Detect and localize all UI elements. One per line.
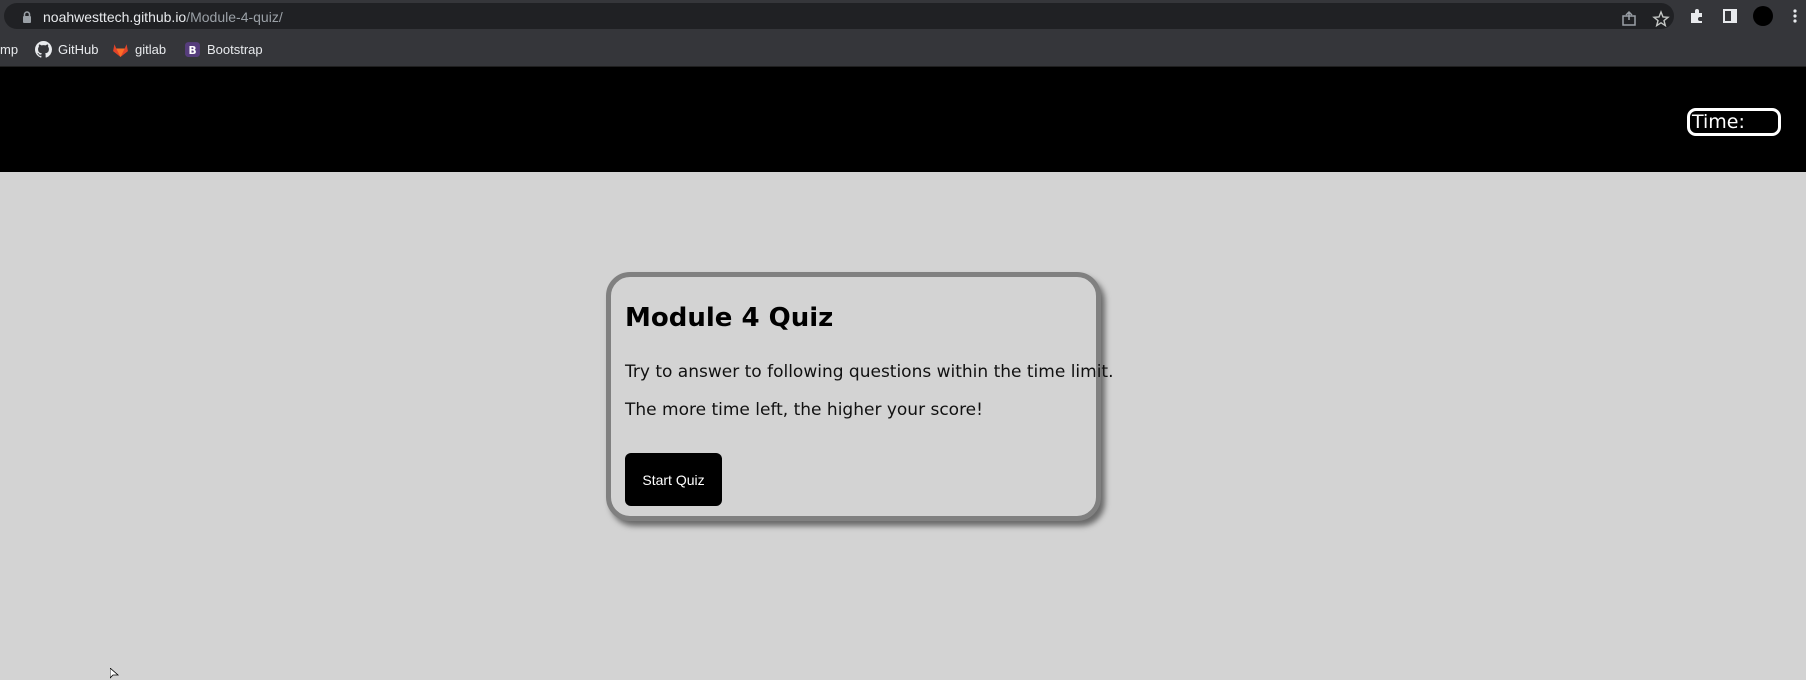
bookmark-partial[interactable]: mp [0,40,18,58]
address-bar[interactable]: noahwesttech.github.io/Module-4-quiz/ [4,3,1674,29]
menu-dots-icon[interactable] [1790,7,1800,25]
github-icon [35,40,52,58]
cursor-icon [110,668,120,679]
extensions-icon[interactable] [1688,7,1706,25]
bootstrap-icon: B [185,41,200,57]
bookmark-label: GitHub [58,41,99,57]
quiz-title: Module 4 Quiz [625,303,834,333]
instructions-text: Try to answer to following questions wit… [625,362,1114,382]
avatar[interactable] [1752,5,1774,27]
bookmark-label: Bootstrap [207,41,263,57]
star-icon[interactable] [1652,10,1670,28]
bookmark-label: mp [0,41,19,57]
url-host: noahwesttech.github.io [43,9,187,25]
bookmarks-bar: mp GitHub gitlab B Bootstrap [0,33,1806,67]
bookmark-bootstrap[interactable]: B Bootstrap [184,40,263,58]
lock-icon [23,11,31,23]
url-text: noahwesttech.github.io/Module-4-quiz/ [43,9,283,25]
bookmark-github[interactable]: GitHub [35,40,98,58]
url-path: /Module-4-quiz/ [186,9,283,25]
score-hint-text: The more time left, the higher your scor… [625,400,983,420]
quiz-intro-card: Module 4 Quiz Try to answer to following… [606,272,1114,521]
page-header: Time: [0,67,1806,172]
browser-toolbar: noahwesttech.github.io/Module-4-quiz/ [0,0,1806,33]
side-panel-icon[interactable] [1721,7,1739,25]
timer-display: Time: [1687,108,1781,136]
svg-text:B: B [188,43,196,56]
share-icon[interactable] [1620,10,1638,28]
gitlab-icon [113,43,128,57]
timer-label: Time: [1692,111,1745,133]
bookmark-label: gitlab [135,41,167,57]
bookmark-gitlab[interactable]: gitlab [112,40,166,58]
start-quiz-button[interactable]: Start Quiz [625,453,722,506]
